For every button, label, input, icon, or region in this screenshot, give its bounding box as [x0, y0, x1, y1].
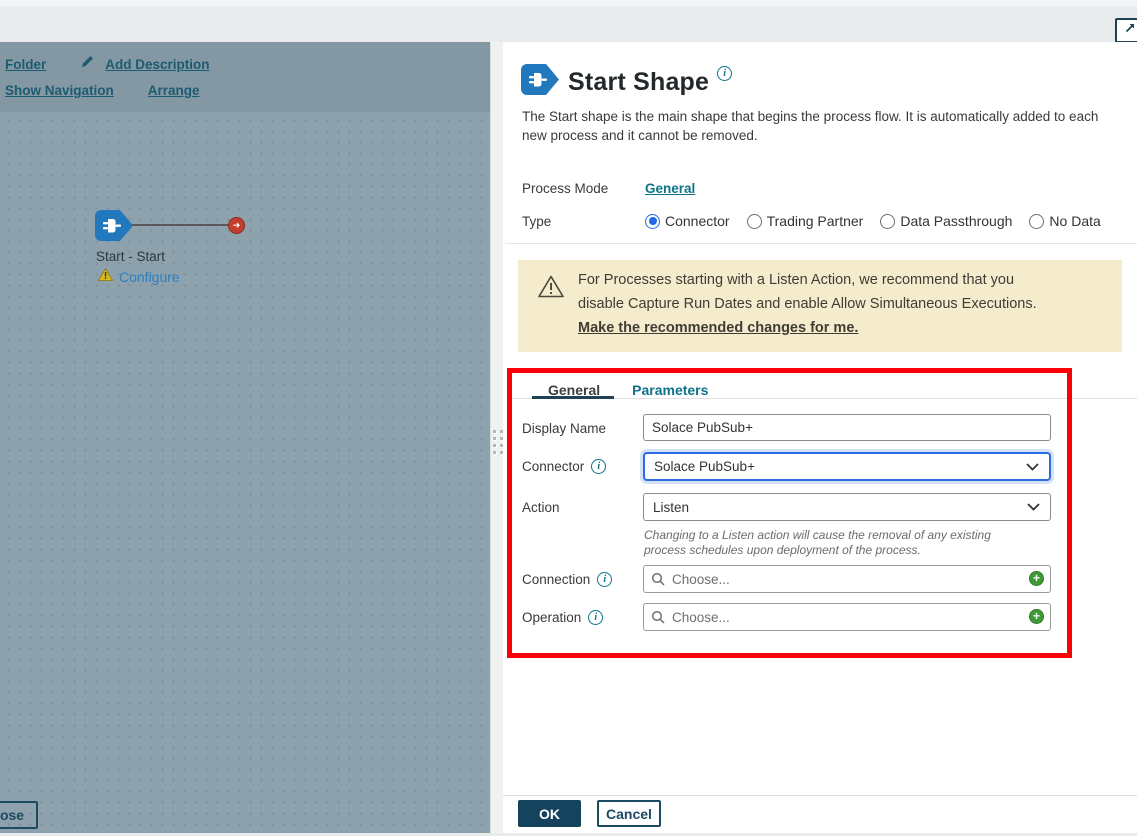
close-button[interactable]: ose	[0, 801, 38, 829]
flow-endpoint-icon[interactable]: ➜	[228, 217, 245, 234]
start-shape-panel: Start Shape i The Start shape is the mai…	[503, 42, 1137, 836]
radio-data-passthrough-control[interactable]	[880, 214, 895, 229]
connector-select[interactable]: Solace PubSub+	[643, 452, 1051, 481]
alert-triangle-icon	[538, 275, 564, 303]
folder-link[interactable]: Folder	[5, 57, 46, 72]
type-row: Type Connector Trading Partner Data Pass…	[522, 213, 1101, 229]
action-note: Changing to a Listen action will cause t…	[644, 528, 1014, 558]
shape-description: The Start shape is the main shape that b…	[522, 107, 1122, 145]
radio-data-passthrough[interactable]: Data Passthrough	[880, 213, 1012, 229]
recommended-changes-link[interactable]: Make the recommended changes for me.	[578, 316, 858, 340]
search-icon	[651, 610, 665, 629]
page-title: Start Shape	[568, 68, 709, 97]
tab-parameters[interactable]: Parameters	[616, 378, 724, 408]
footer-divider	[503, 795, 1137, 796]
connector-info-icon[interactable]: i	[591, 459, 606, 474]
radio-no-data-control[interactable]	[1029, 214, 1044, 229]
add-operation-button[interactable]: +	[1029, 609, 1044, 624]
ok-button[interactable]: OK	[518, 800, 581, 827]
process-canvas: Folder Add Description Show Navigation A…	[0, 42, 490, 836]
pencil-icon	[80, 54, 95, 74]
panel-splitter[interactable]	[490, 42, 503, 836]
warning-line1: For Processes starting with a Listen Act…	[578, 272, 1014, 288]
start-shape-badge-icon	[521, 64, 559, 100]
expand-icon	[1123, 21, 1137, 40]
add-description-link[interactable]: Add Description	[105, 57, 209, 72]
listen-warning-banner: For Processes starting with a Listen Act…	[518, 260, 1122, 352]
section-divider	[505, 243, 1137, 244]
operation-field: +	[643, 603, 1051, 631]
display-name-input[interactable]	[643, 414, 1051, 441]
title-info-icon[interactable]: i	[717, 66, 732, 81]
radio-connector[interactable]: Connector	[645, 213, 730, 229]
tab-general[interactable]: General	[532, 378, 616, 408]
active-tab-indicator	[532, 396, 614, 399]
action-label: Action	[522, 500, 560, 515]
configure-row[interactable]: Configure	[98, 268, 180, 286]
start-shape-icon[interactable]	[95, 210, 133, 241]
shape-label: Start - Start	[96, 249, 165, 264]
radio-no-data[interactable]: No Data	[1029, 213, 1100, 229]
top-toolbar	[0, 0, 1137, 42]
process-mode-row: Process Mode General	[522, 181, 695, 196]
radio-trading-partner[interactable]: Trading Partner	[747, 213, 864, 229]
configure-link[interactable]: Configure	[119, 269, 180, 285]
process-mode-label: Process Mode	[522, 181, 645, 196]
radio-trading-partner-control[interactable]	[747, 214, 762, 229]
arrange-link[interactable]: Arrange	[148, 83, 200, 98]
process-mode-link[interactable]: General	[645, 181, 695, 196]
action-select[interactable]: Listen	[643, 493, 1051, 521]
panel-header: Start Shape i	[521, 64, 732, 100]
config-tabs: General Parameters	[532, 378, 724, 408]
type-label: Type	[522, 214, 645, 229]
expand-panel-button[interactable]	[1115, 18, 1137, 43]
canvas-grid: ➜ Start - Start Configure ose	[0, 112, 490, 836]
splitter-drag-handle[interactable]	[493, 430, 503, 454]
show-navigation-link[interactable]: Show Navigation	[5, 83, 114, 98]
connection-choose-input[interactable]	[643, 565, 1051, 593]
connector-line	[132, 224, 232, 226]
warning-triangle-icon	[98, 268, 113, 286]
chevron-down-icon	[1027, 498, 1040, 516]
operation-label: Operation i	[522, 610, 603, 625]
chevron-down-icon	[1026, 458, 1039, 476]
connection-field: +	[643, 565, 1051, 593]
display-name-label: Display Name	[522, 421, 606, 436]
operation-choose-input[interactable]	[643, 603, 1051, 631]
warning-line2: disable Capture Run Dates and enable All…	[578, 296, 1037, 312]
operation-info-icon[interactable]: i	[588, 610, 603, 625]
connector-label: Connector i	[522, 459, 606, 474]
connection-label: Connection i	[522, 572, 612, 587]
cancel-button[interactable]: Cancel	[597, 800, 661, 827]
add-connection-button[interactable]: +	[1029, 571, 1044, 586]
canvas-header: Folder Add Description Show Navigation A…	[0, 42, 490, 112]
radio-connector-control[interactable]	[645, 214, 660, 229]
search-icon	[651, 572, 665, 591]
process-builder-window: Folder Add Description Show Navigation A…	[0, 0, 1137, 836]
connection-info-icon[interactable]: i	[597, 572, 612, 587]
